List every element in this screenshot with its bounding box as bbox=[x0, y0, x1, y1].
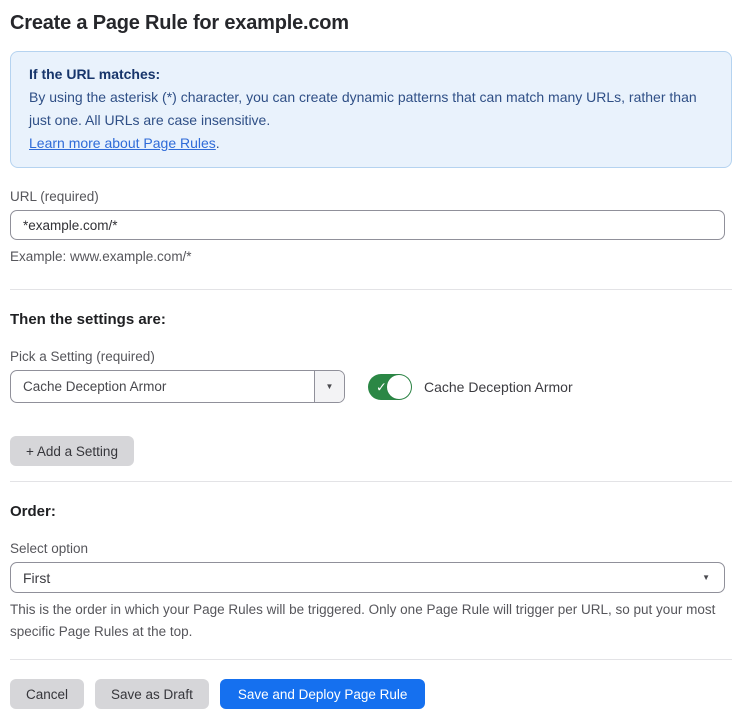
learn-more-link[interactable]: Learn more about Page Rules bbox=[29, 135, 216, 151]
save-as-draft-button[interactable]: Save as Draft bbox=[95, 679, 209, 709]
info-box-link-line: Learn more about Page Rules. bbox=[29, 132, 713, 155]
cancel-button[interactable]: Cancel bbox=[10, 679, 84, 709]
divider bbox=[10, 289, 732, 290]
info-box-body: By using the asterisk (*) character, you… bbox=[29, 86, 713, 132]
setting-row: Cache Deception Armor ▼ ✓ Cache Deceptio… bbox=[10, 370, 732, 403]
url-example-helper: Example: www.example.com/* bbox=[10, 247, 732, 267]
save-and-deploy-button[interactable]: Save and Deploy Page Rule bbox=[220, 679, 426, 709]
settings-section-heading: Then the settings are: bbox=[10, 311, 732, 328]
order-helper-text: This is the order in which your Page Rul… bbox=[10, 599, 725, 643]
page-title: Create a Page Rule for example.com bbox=[10, 12, 732, 35]
form-actions: Cancel Save as Draft Save and Deploy Pag… bbox=[10, 679, 732, 709]
chevron-down-icon: ▼ bbox=[326, 383, 334, 391]
setting-select[interactable]: Cache Deception Armor ▼ bbox=[10, 370, 345, 403]
pick-setting-label: Pick a Setting (required) bbox=[10, 349, 732, 364]
url-match-info-box: If the URL matches: By using the asteris… bbox=[10, 51, 732, 168]
setting-toggle-group: ✓ Cache Deception Armor bbox=[368, 374, 573, 400]
url-input[interactable] bbox=[10, 210, 725, 240]
toggle-knob bbox=[387, 375, 411, 399]
setting-select-value: Cache Deception Armor bbox=[11, 371, 314, 402]
order-select[interactable]: First ▼ bbox=[10, 562, 725, 593]
divider bbox=[10, 659, 732, 660]
order-select-value: First bbox=[23, 570, 50, 586]
page-rule-form: Create a Page Rule for example.com If th… bbox=[0, 0, 750, 709]
check-icon: ✓ bbox=[376, 380, 387, 393]
toggle-label: Cache Deception Armor bbox=[424, 379, 573, 395]
order-select-label: Select option bbox=[10, 541, 732, 556]
setting-select-arrow-button[interactable]: ▼ bbox=[314, 371, 344, 402]
info-box-heading: If the URL matches: bbox=[29, 63, 713, 86]
cache-deception-armor-toggle[interactable]: ✓ bbox=[368, 374, 412, 400]
order-section-heading: Order: bbox=[10, 503, 732, 520]
chevron-down-icon: ▼ bbox=[702, 574, 710, 582]
add-setting-button[interactable]: + Add a Setting bbox=[10, 436, 134, 466]
divider bbox=[10, 481, 732, 482]
url-field-label: URL (required) bbox=[10, 189, 732, 204]
link-suffix: . bbox=[216, 135, 220, 151]
